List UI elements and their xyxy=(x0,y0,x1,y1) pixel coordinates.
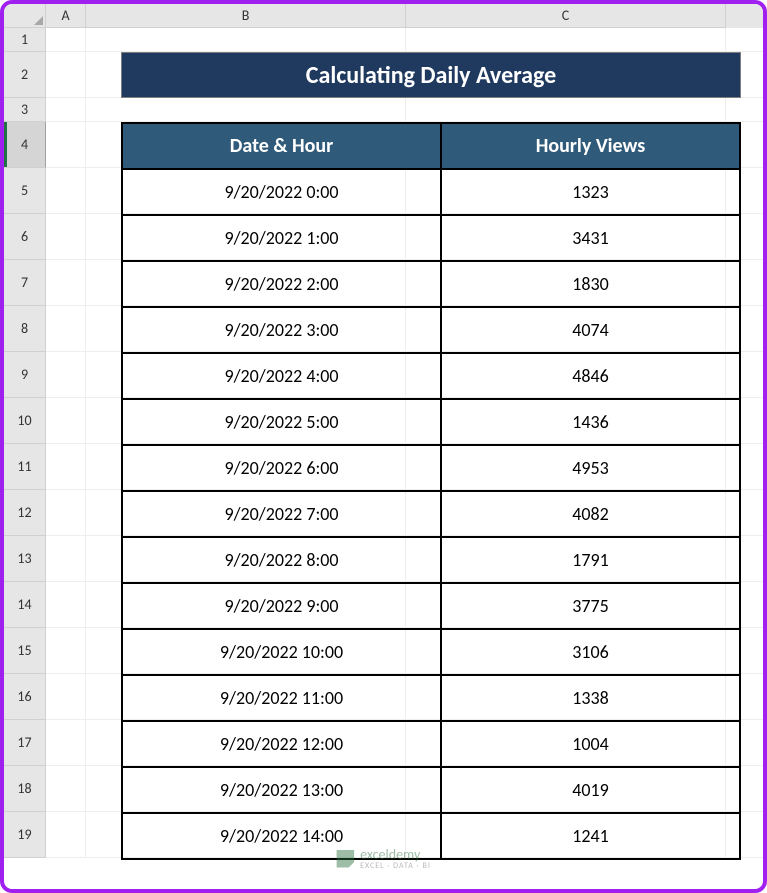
row-header-5[interactable]: 5 xyxy=(4,168,46,214)
spreadsheet: A B C 1 2 3 4 5 6 7 8 9 10 11 12 13 14 1… xyxy=(4,4,763,889)
cell-date[interactable]: 9/20/2022 9:00 xyxy=(122,583,441,629)
cell-views[interactable]: 4019 xyxy=(441,767,740,813)
cell-date[interactable]: 9/20/2022 4:00 xyxy=(122,353,441,399)
row-header-18[interactable]: 18 xyxy=(4,766,46,812)
table-row: 9/20/2022 0:001323 xyxy=(122,169,740,215)
row-header-15[interactable]: 15 xyxy=(4,628,46,674)
table-row: 9/20/2022 3:004074 xyxy=(122,307,740,353)
table-row: 9/20/2022 12:001004 xyxy=(122,721,740,767)
cell-views[interactable]: 1338 xyxy=(441,675,740,721)
row-header-6[interactable]: 6 xyxy=(4,214,46,260)
screenshot-frame: A B C 1 2 3 4 5 6 7 8 9 10 11 12 13 14 1… xyxy=(0,0,767,893)
row-header-14[interactable]: 14 xyxy=(4,582,46,628)
cell-views[interactable]: 1004 xyxy=(441,721,740,767)
row-header-9[interactable]: 9 xyxy=(4,352,46,398)
cell-date[interactable]: 9/20/2022 14:00 xyxy=(122,813,441,859)
table-row: 9/20/2022 4:004846 xyxy=(122,353,740,399)
cell-date[interactable]: 9/20/2022 13:00 xyxy=(122,767,441,813)
watermark-tag: EXCEL · DATA · BI xyxy=(360,861,431,871)
table-row: 9/20/2022 9:003775 xyxy=(122,583,740,629)
cell-date[interactable]: 9/20/2022 11:00 xyxy=(122,675,441,721)
title-banner: Calculating Daily Average xyxy=(121,52,741,98)
row-header-8[interactable]: 8 xyxy=(4,306,46,352)
cell-views[interactable]: 1830 xyxy=(441,261,740,307)
cell-views[interactable]: 4074 xyxy=(441,307,740,353)
table-row: 9/20/2022 14:001241 xyxy=(122,813,740,859)
table-row: 9/20/2022 10:003106 xyxy=(122,629,740,675)
table-row: 9/20/2022 2:001830 xyxy=(122,261,740,307)
cell-date[interactable]: 9/20/2022 10:00 xyxy=(122,629,441,675)
row-headers: 1 2 3 4 5 6 7 8 9 10 11 12 13 14 15 16 1… xyxy=(4,28,46,858)
header-hourly-views[interactable]: Hourly Views xyxy=(441,123,740,169)
row-header-13[interactable]: 13 xyxy=(4,536,46,582)
cell-date[interactable]: 9/20/2022 6:00 xyxy=(122,445,441,491)
cell-date[interactable]: 9/20/2022 3:00 xyxy=(122,307,441,353)
cell-date[interactable]: 9/20/2022 12:00 xyxy=(122,721,441,767)
col-header-a[interactable]: A xyxy=(46,4,86,28)
table-row: 9/20/2022 11:001338 xyxy=(122,675,740,721)
cell-date[interactable]: 9/20/2022 8:00 xyxy=(122,537,441,583)
row-header-10[interactable]: 10 xyxy=(4,398,46,444)
table-row: 9/20/2022 13:004019 xyxy=(122,767,740,813)
col-header-b[interactable]: B xyxy=(86,4,406,28)
row-header-3[interactable]: 3 xyxy=(4,98,46,122)
row-header-1[interactable]: 1 xyxy=(4,28,46,52)
cell-views[interactable]: 4846 xyxy=(441,353,740,399)
column-headers: A B C xyxy=(4,4,763,28)
row-header-19[interactable]: 19 xyxy=(4,812,46,858)
cell-views[interactable]: 3775 xyxy=(441,583,740,629)
cell-date[interactable]: 9/20/2022 7:00 xyxy=(122,491,441,537)
row-header-16[interactable]: 16 xyxy=(4,674,46,720)
cell-date[interactable]: 9/20/2022 2:00 xyxy=(122,261,441,307)
row-header-17[interactable]: 17 xyxy=(4,720,46,766)
cell-views[interactable]: 1436 xyxy=(441,399,740,445)
cell-views[interactable]: 4082 xyxy=(441,491,740,537)
col-header-c[interactable]: C xyxy=(406,4,726,28)
row-header-4[interactable]: 4 xyxy=(4,122,46,168)
table-header-row: Date & Hour Hourly Views xyxy=(122,123,740,169)
row-header-11[interactable]: 11 xyxy=(4,444,46,490)
grid-area[interactable]: Calculating Daily Average Date & Hour Ho… xyxy=(46,28,763,858)
table-row: 9/20/2022 7:004082 xyxy=(122,491,740,537)
cell-views[interactable]: 3431 xyxy=(441,215,740,261)
select-all-corner[interactable] xyxy=(4,4,46,28)
row-header-2[interactable]: 2 xyxy=(4,52,46,98)
cell-date[interactable]: 9/20/2022 0:00 xyxy=(122,169,441,215)
cell-date[interactable]: 9/20/2022 5:00 xyxy=(122,399,441,445)
cell-views[interactable]: 4953 xyxy=(441,445,740,491)
table-row: 9/20/2022 5:001436 xyxy=(122,399,740,445)
cell-views[interactable]: 1791 xyxy=(441,537,740,583)
row-header-7[interactable]: 7 xyxy=(4,260,46,306)
cell-views[interactable]: 3106 xyxy=(441,629,740,675)
header-date-hour[interactable]: Date & Hour xyxy=(122,123,441,169)
table-row: 9/20/2022 8:001791 xyxy=(122,537,740,583)
data-table: Date & Hour Hourly Views 9/20/2022 0:001… xyxy=(121,122,741,860)
cell-views[interactable]: 1323 xyxy=(441,169,740,215)
table-row: 9/20/2022 1:003431 xyxy=(122,215,740,261)
row-header-12[interactable]: 12 xyxy=(4,490,46,536)
table-row: 9/20/2022 6:004953 xyxy=(122,445,740,491)
cell-date[interactable]: 9/20/2022 1:00 xyxy=(122,215,441,261)
cell-views[interactable]: 1241 xyxy=(441,813,740,859)
